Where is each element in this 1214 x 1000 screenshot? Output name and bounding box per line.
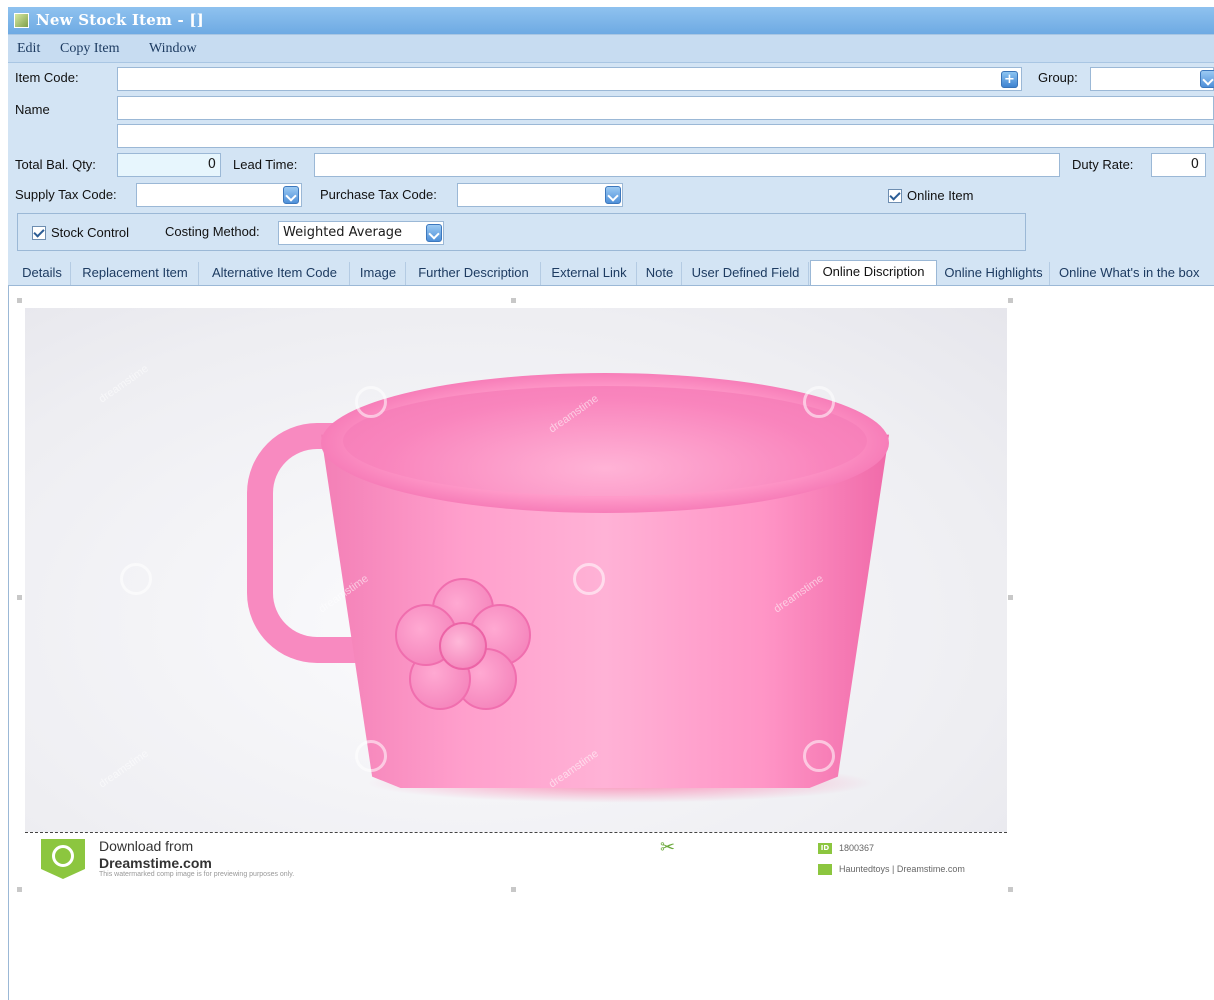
watermark-swirl-icon <box>355 740 387 772</box>
item-code-field[interactable] <box>117 67 1022 91</box>
flower-emboss <box>395 578 531 714</box>
menu-window[interactable]: Window <box>149 41 197 57</box>
preview-disclaimer: This watermarked comp image is for previ… <box>99 871 295 878</box>
dreamstime-footer: Download from Dreamstime.com This waterm… <box>25 832 1007 886</box>
lead-time-field[interactable] <box>314 153 1060 177</box>
watermark-swirl-icon <box>355 386 387 418</box>
tab-online-highlights[interactable]: Online Highlights <box>938 262 1050 285</box>
image-author: Hauntedtoys | Dreamstime.com <box>839 864 965 874</box>
total-bal-qty-label: Total Bal. Qty: <box>15 157 96 172</box>
resize-handle[interactable] <box>17 887 22 892</box>
costing-method-dropdown-icon[interactable] <box>426 224 442 242</box>
online-item-checkbox[interactable] <box>888 189 902 203</box>
group-dropdown-icon[interactable] <box>1200 70 1214 88</box>
watermark-swirl-icon <box>573 563 605 595</box>
tab-online-discription[interactable]: Online Discription <box>810 260 937 285</box>
resize-handle[interactable] <box>1008 595 1013 600</box>
resize-handle[interactable] <box>511 298 516 303</box>
swirl-icon <box>52 845 74 867</box>
image-id: 1800367 <box>839 843 875 853</box>
group-combo[interactable] <box>1090 67 1214 91</box>
app-icon <box>14 13 29 28</box>
add-item-code-button[interactable]: + <box>1001 71 1018 88</box>
group-label: Group: <box>1038 70 1078 85</box>
resize-handle[interactable] <box>1008 887 1013 892</box>
tab-details[interactable]: Details <box>14 262 71 285</box>
name-label: Name <box>15 102 50 117</box>
stock-item-form: Item Code: + Group: Name Total Bal. Qty:… <box>8 63 1214 259</box>
tab-further-description[interactable]: Further Description <box>407 262 541 285</box>
stock-control-checkbox[interactable] <box>32 226 46 240</box>
flower-center <box>439 622 487 670</box>
duty-rate-label: Duty Rate: <box>1072 157 1134 172</box>
tab-user-defined-field[interactable]: User Defined Field <box>683 262 809 285</box>
duty-rate-field[interactable]: 0 <box>1151 153 1206 177</box>
name-second-line-field[interactable] <box>117 124 1214 148</box>
total-bal-qty-field: 0 <box>117 153 221 177</box>
download-from-text: Download from <box>99 838 194 854</box>
menu-copy-item[interactable]: Copy Item <box>60 41 120 57</box>
watermark-swirl-icon <box>120 563 152 595</box>
purchase-tax-code-combo[interactable] <box>457 183 623 207</box>
dreamstime-name: Dreamstime.com <box>99 855 212 871</box>
tab-strip: Details Replacement Item Alternative Ite… <box>8 259 1214 286</box>
online-item-label: Online Item <box>907 188 974 203</box>
tab-replacement-item[interactable]: Replacement Item <box>72 262 199 285</box>
purchase-tax-dropdown-icon[interactable] <box>605 186 621 204</box>
lead-time-label: Lead Time: <box>233 157 298 172</box>
watermark-swirl-icon <box>803 386 835 418</box>
title-bar: New Stock Item - [] <box>8 7 1214 34</box>
watermark-swirl-icon <box>803 740 835 772</box>
tab-image[interactable]: Image <box>351 262 406 285</box>
purchase-tax-code-label: Purchase Tax Code: <box>320 187 437 202</box>
tab-external-link[interactable]: External Link <box>542 262 637 285</box>
camera-icon <box>818 864 832 875</box>
costing-method-label: Costing Method: <box>165 224 260 239</box>
resize-handle[interactable] <box>17 595 22 600</box>
id-badge: ID <box>818 843 832 854</box>
name-field[interactable] <box>117 96 1214 120</box>
supply-tax-code-label: Supply Tax Code: <box>15 187 117 202</box>
item-code-label: Item Code: <box>15 70 79 85</box>
cup-inner <box>343 386 867 496</box>
resize-handle[interactable] <box>1008 298 1013 303</box>
watermark-text: dreamstime <box>96 362 151 406</box>
tab-alternative-item-code[interactable]: Alternative Item Code <box>200 262 350 285</box>
resize-handle[interactable] <box>511 887 516 892</box>
supply-tax-code-combo[interactable] <box>136 183 302 207</box>
watermark-text: dreamstime <box>96 747 151 791</box>
scissors-icon: ✂ <box>660 837 676 858</box>
tab-online-whats-in-the-box[interactable]: Online What's in the box <box>1051 262 1214 285</box>
resize-handle[interactable] <box>17 298 22 303</box>
costing-method-combo[interactable]: Weighted Average <box>278 221 444 245</box>
menu-edit[interactable]: Edit <box>17 41 40 57</box>
product-image[interactable]: dreamstime dreamstime dreamstime dreamst… <box>25 308 1007 832</box>
online-description-editor[interactable]: dreamstime dreamstime dreamstime dreamst… <box>8 286 1214 1000</box>
supply-tax-dropdown-icon[interactable] <box>283 186 299 204</box>
menu-bar: Edit Copy Item Window <box>8 34 1214 63</box>
tab-note[interactable]: Note <box>638 262 682 285</box>
window-title: New Stock Item - [] <box>36 11 204 29</box>
stock-control-label: Stock Control <box>51 225 130 240</box>
